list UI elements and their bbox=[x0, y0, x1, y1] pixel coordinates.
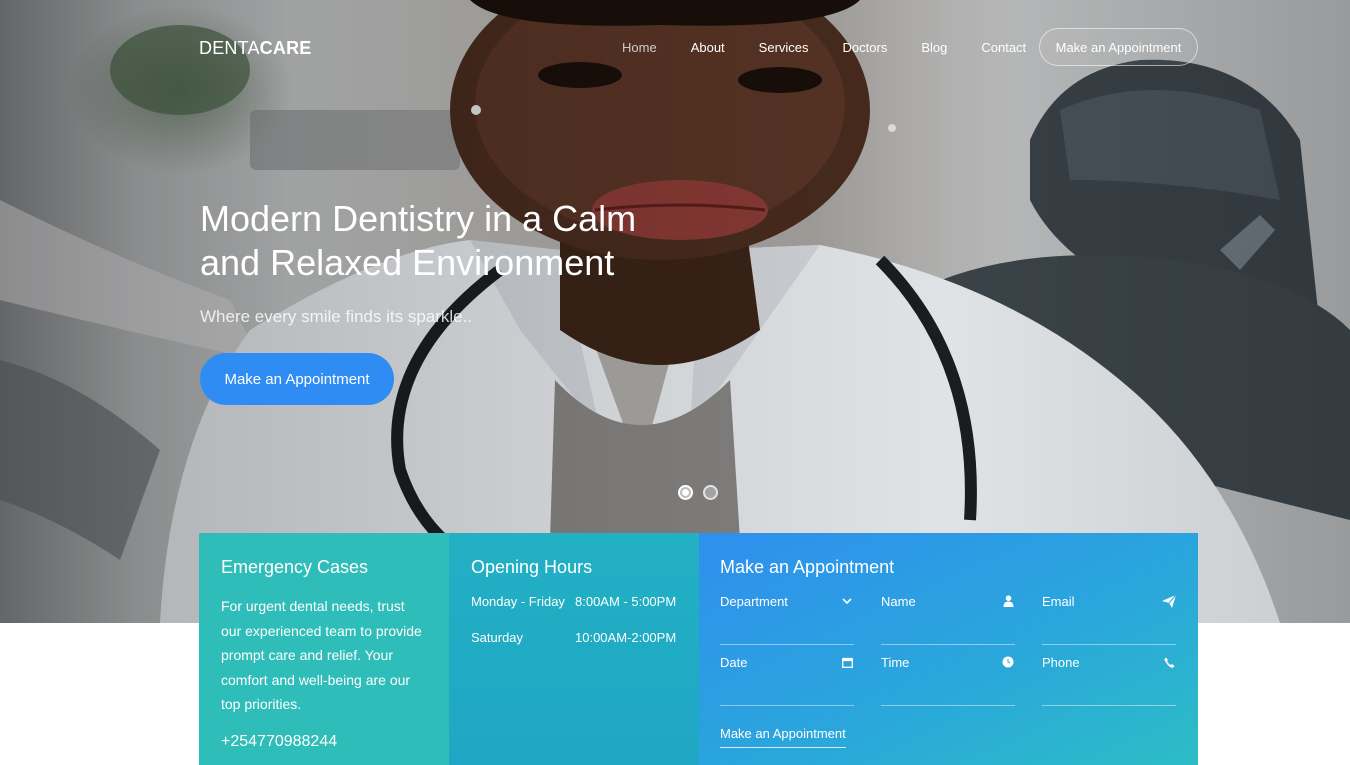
paper-plane-icon bbox=[1162, 594, 1176, 608]
phone-icon bbox=[1162, 655, 1176, 669]
calendar-icon bbox=[840, 655, 854, 669]
logo-text-bold: CARE bbox=[259, 38, 312, 58]
appointment-form: Department Name Email Date Time Phone bbox=[720, 584, 1176, 706]
user-icon bbox=[1001, 594, 1015, 608]
chevron-down-icon bbox=[840, 594, 854, 608]
nav-item-doctors[interactable]: Doctors bbox=[843, 40, 888, 55]
nav-item-about[interactable]: About bbox=[691, 40, 725, 55]
hours-days: Monday - Friday bbox=[471, 594, 565, 609]
nav-item-blog[interactable]: Blog bbox=[921, 40, 947, 55]
opening-hours-card: Opening Hours Monday - Friday 8:00AM - 5… bbox=[449, 533, 699, 765]
hours-row: Monday - Friday 8:00AM - 5:00PM bbox=[471, 594, 677, 609]
hero-subtitle: Where every smile finds its sparkle.. bbox=[200, 307, 473, 326]
slider-pagination bbox=[678, 485, 718, 500]
hours-row: Saturday 10:00AM-2:00PM bbox=[471, 630, 677, 645]
nav-item-home[interactable]: Home bbox=[622, 40, 657, 55]
hours-days: Saturday bbox=[471, 630, 524, 645]
slider-dot-2[interactable] bbox=[703, 485, 718, 500]
time-label: Time bbox=[881, 655, 910, 670]
main-nav: Home About Services Doctors Blog Contact bbox=[604, 28, 1060, 66]
logo-text-light: DENTA bbox=[199, 38, 260, 58]
nav-item-services[interactable]: Services bbox=[759, 40, 809, 55]
hours-time: 8:00AM - 5:00PM bbox=[575, 594, 677, 609]
clock-icon bbox=[1001, 655, 1015, 669]
emergency-card: Emergency Cases For urgent dental needs,… bbox=[199, 533, 449, 765]
opening-hours-title: Opening Hours bbox=[471, 557, 593, 577]
hours-time: 10:00AM-2:00PM bbox=[575, 630, 677, 645]
appointment-submit-button[interactable]: Make an Appointment bbox=[720, 726, 846, 748]
date-label: Date bbox=[720, 655, 748, 670]
emergency-title: Emergency Cases bbox=[221, 557, 369, 577]
name-field[interactable]: Name bbox=[881, 584, 1015, 645]
emergency-phone[interactable]: +254770988244 bbox=[221, 733, 427, 751]
date-field[interactable]: Date bbox=[720, 645, 854, 706]
logo[interactable]: DENTACARE bbox=[199, 38, 311, 59]
hero-appointment-button[interactable]: Make an Appointment bbox=[200, 353, 394, 405]
department-label: Department bbox=[720, 594, 788, 609]
emergency-text: For urgent dental needs, trust our exper… bbox=[221, 598, 422, 712]
name-label: Name bbox=[881, 594, 916, 609]
email-label: Email bbox=[1042, 594, 1075, 609]
appointment-title: Make an Appointment bbox=[720, 557, 895, 577]
hero-title: Modern Dentistry in a Calm and Relaxed E… bbox=[200, 198, 637, 283]
time-field[interactable]: Time bbox=[881, 645, 1015, 706]
nav-item-contact[interactable]: Contact bbox=[981, 40, 1026, 55]
email-field[interactable]: Email bbox=[1042, 584, 1176, 645]
slider-dot-1[interactable] bbox=[678, 485, 693, 500]
nav-appointment-button[interactable]: Make an Appointment bbox=[1039, 28, 1198, 66]
appointment-card: Make an Appointment Department Name Emai… bbox=[699, 533, 1198, 765]
phone-label: Phone bbox=[1042, 655, 1080, 670]
department-select[interactable]: Department bbox=[720, 584, 854, 645]
phone-field[interactable]: Phone bbox=[1042, 645, 1176, 706]
